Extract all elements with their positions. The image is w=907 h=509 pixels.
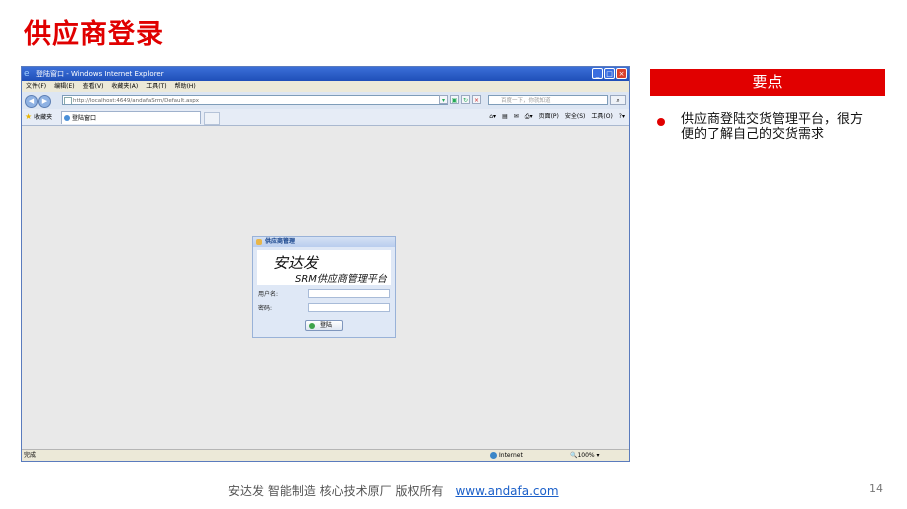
menu-safety[interactable]: 安全(S) [565, 112, 586, 122]
compat-icon[interactable]: ▣ [450, 95, 459, 104]
menu-bar: 文件(F) 编辑(E) 查看(V) 收藏夹(A) 工具(T) 帮助(H) [22, 81, 629, 92]
ie-logo-icon: e [24, 69, 30, 79]
status-bar: 完成 Internet 🔍100% ▾ [22, 449, 629, 461]
address-bar: ◀ ▶ http://localhost:4649/andafaSrm/Defa… [22, 92, 629, 110]
feeds-icon[interactable]: ▤ [502, 112, 508, 122]
login-button-label: 登陆 [320, 322, 333, 329]
key-point-text: 供应商登陆交货管理平台，很方便的了解自己的交货需求 [681, 112, 864, 142]
help-icon[interactable]: ?▾ [619, 112, 625, 122]
zone-label: Internet [499, 452, 523, 459]
favorites-label: 收藏夹 [34, 114, 53, 121]
password-input[interactable] [308, 303, 390, 312]
status-text: 完成 [24, 452, 37, 459]
browser-window: e 登陆窗口 - Windows Internet Explorer _ □ ×… [21, 66, 630, 462]
tab-page-icon [64, 115, 70, 121]
dropdown-icon[interactable]: ▾ [439, 95, 448, 104]
menu-tools-cmd[interactable]: 工具(O) [591, 112, 612, 122]
browser-window-title: 登陆窗口 - Windows Internet Explorer [36, 70, 164, 78]
footer: 安达发 智能制造 核心技术原厂 版权所有 www.andafa.com [228, 482, 559, 499]
username-label: 用户名: [258, 291, 279, 298]
page-number: 14 [869, 482, 883, 495]
browser-titlebar: e 登陆窗口 - Windows Internet Explorer _ □ × [22, 67, 629, 81]
login-check-icon [309, 323, 315, 329]
menu-file[interactable]: 文件(F) [26, 81, 46, 92]
tab-title: 登陆窗口 [72, 115, 97, 122]
refresh-icon[interactable]: ↻ [461, 95, 470, 104]
password-label: 密码: [258, 305, 273, 312]
mail-icon[interactable]: ✉ [514, 112, 519, 122]
new-tab-button[interactable] [204, 112, 220, 125]
home-icon[interactable]: ⌂▾ [489, 112, 496, 122]
menu-tools[interactable]: 工具(T) [146, 81, 166, 92]
address-value: http://localhost:4649/andafaSrm/Default.… [73, 98, 199, 104]
browser-content: 供应商管理 安达发 SRM供应商管理平台 用户名: 密码: 登陆 [22, 126, 629, 451]
back-button[interactable]: ◀ [25, 95, 38, 108]
zoom-value: 100% [577, 452, 595, 459]
menu-edit[interactable]: 编辑(E) [54, 81, 74, 92]
footer-link[interactable]: www.andafa.com [455, 484, 558, 498]
globe-icon [490, 452, 497, 459]
search-placeholder: 百度一下，你就知道 [501, 98, 551, 104]
menu-favorites[interactable]: 收藏夹(A) [111, 81, 138, 92]
login-panel-title: 供应商管理 [265, 238, 296, 245]
forward-button[interactable]: ▶ [38, 95, 51, 108]
command-bar: ⌂▾ ▤ ✉ ⎙▾ 页面(P) 安全(S) 工具(O) ?▾ [489, 112, 625, 122]
menu-help[interactable]: 帮助(H) [175, 81, 196, 92]
page-icon [64, 97, 72, 104]
slide-title: 供应商登录 [24, 19, 164, 50]
print-icon[interactable]: ⎙▾ [525, 112, 533, 122]
login-button[interactable]: 登陆 [305, 320, 343, 331]
login-panel: 供应商管理 安达发 SRM供应商管理平台 用户名: 密码: 登陆 [252, 236, 396, 338]
zoom-control[interactable]: 🔍100% ▾ [570, 450, 600, 461]
maximize-button[interactable]: □ [604, 68, 615, 79]
search-input[interactable]: 百度一下，你就知道 [488, 95, 608, 105]
address-input[interactable]: http://localhost:4649/andafaSrm/Default.… [62, 95, 448, 105]
browser-tab[interactable]: 登陆窗口 [61, 111, 201, 124]
close-button[interactable]: × [616, 68, 627, 79]
search-icon[interactable]: ⌕ [610, 95, 626, 105]
footer-text: 安达发 智能制造 核心技术原厂 版权所有 [228, 484, 444, 498]
lock-icon [256, 239, 262, 245]
favorites-button[interactable]: ★ 收藏夹 [25, 112, 52, 123]
username-input[interactable] [308, 289, 390, 298]
login-logo-area: 安达发 SRM供应商管理平台 [257, 250, 391, 285]
login-panel-header: 供应商管理 [253, 237, 395, 247]
key-points-header: 要点 [650, 69, 885, 96]
menu-view[interactable]: 查看(V) [83, 81, 104, 92]
security-zone: Internet [490, 450, 523, 461]
minimize-button[interactable]: _ [592, 68, 603, 79]
star-icon: ★ [25, 112, 33, 121]
favorites-bar: ★ 收藏夹 登陆窗口 ⌂▾ ▤ ✉ ⎙▾ 页面(P) 安全(S) 工具(O) ?… [22, 109, 629, 126]
menu-page[interactable]: 页面(P) [539, 112, 559, 122]
bullet-icon [657, 118, 665, 126]
stop-icon[interactable]: × [472, 95, 481, 104]
platform-subtitle: SRM供应商管理平台 [295, 274, 387, 285]
